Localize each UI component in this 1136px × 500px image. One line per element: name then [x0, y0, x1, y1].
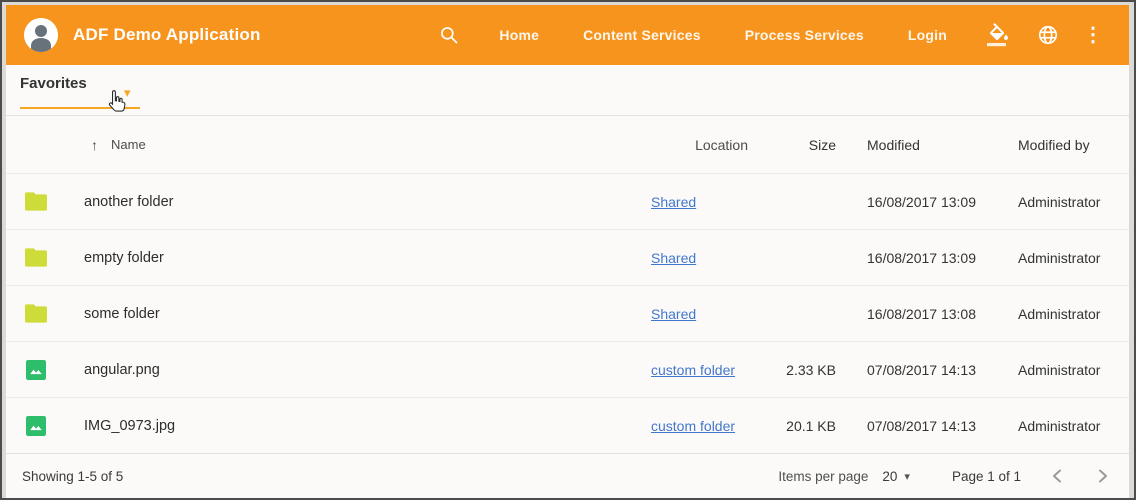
modified-date: 16/08/2017 13:08: [848, 306, 1003, 322]
column-header-location[interactable]: Location: [628, 137, 753, 153]
favorites-dropdown[interactable]: Favorites: [20, 75, 87, 92]
folder-icon: [25, 304, 47, 323]
paint-bucket-icon: [987, 23, 1011, 47]
modified-by: Administrator: [1003, 194, 1129, 210]
file-name[interactable]: another folder: [66, 194, 628, 210]
avatar[interactable]: [24, 18, 58, 52]
modified-by: Administrator: [1003, 418, 1129, 434]
page-info-label: Page 1 of 1: [952, 469, 1021, 484]
language-button[interactable]: [1031, 18, 1065, 52]
previous-page-button[interactable]: [1047, 465, 1067, 487]
screenshot-frame: ADF Demo Application Home Content Servic…: [0, 0, 1136, 500]
nav-home[interactable]: Home: [477, 27, 561, 43]
theme-color-button[interactable]: [981, 17, 1017, 53]
document-list: ↑ Name Location Size Modified Modified b…: [6, 115, 1129, 453]
search-button[interactable]: [433, 19, 465, 51]
file-name[interactable]: empty folder: [66, 250, 628, 266]
paginator-controls: Items per page 20 ▾ Page 1 of 1: [778, 465, 1113, 487]
items-per-page-value: 20: [882, 469, 897, 484]
file-size: 2.33 KB: [753, 362, 848, 378]
items-per-page-select[interactable]: 20 ▾: [882, 469, 910, 484]
sort-ascending-icon: ↑: [91, 137, 98, 153]
location-link[interactable]: Shared: [651, 250, 696, 266]
globe-icon: [1037, 24, 1059, 46]
view-selector-bar: Favorites ▾: [6, 65, 1129, 115]
next-page-button[interactable]: [1093, 465, 1113, 487]
table-row[interactable]: IMG_0973.jpg custom folder 20.1 KB 07/08…: [6, 397, 1129, 453]
location-link[interactable]: custom folder: [651, 418, 735, 434]
image-file-icon: [26, 360, 46, 380]
column-header-modified-by[interactable]: Modified by: [1003, 137, 1129, 153]
more-options-button[interactable]: ⋮: [1075, 25, 1111, 45]
adf-demo-app: ADF Demo Application Home Content Servic…: [6, 5, 1129, 498]
paginator-bar: Showing 1-5 of 5 Items per page 20 ▾ Pag…: [6, 453, 1129, 498]
user-avatar-icon: [24, 18, 58, 52]
location-link[interactable]: Shared: [651, 306, 696, 322]
search-icon: [439, 25, 459, 45]
nav-process-services[interactable]: Process Services: [723, 27, 886, 43]
table-row[interactable]: empty folder Shared 16/08/2017 13:09 Adm…: [6, 229, 1129, 285]
modified-by: Administrator: [1003, 250, 1129, 266]
header-right-cluster: Home Content Services Process Services L…: [433, 17, 1111, 53]
column-header-size[interactable]: Size: [753, 137, 848, 153]
modified-date: 16/08/2017 13:09: [848, 194, 1003, 210]
mouse-cursor-hand: [105, 89, 127, 113]
image-file-icon: [26, 416, 46, 436]
nav-login[interactable]: Login: [886, 27, 969, 43]
modified-date: 07/08/2017 14:13: [848, 418, 1003, 434]
column-header-modified[interactable]: Modified: [848, 137, 1003, 153]
folder-icon: [25, 248, 47, 267]
modified-date: 07/08/2017 14:13: [848, 362, 1003, 378]
kebab-menu-icon: ⋮: [1083, 25, 1103, 45]
app-header: ADF Demo Application Home Content Servic…: [6, 5, 1129, 65]
file-size: 20.1 KB: [753, 418, 848, 434]
table-header-row: ↑ Name Location Size Modified Modified b…: [6, 115, 1129, 173]
folder-icon: [25, 192, 47, 211]
chevron-left-icon: [1051, 469, 1063, 483]
modified-date: 16/08/2017 13:09: [848, 250, 1003, 266]
chevron-right-icon: [1097, 469, 1109, 483]
location-link[interactable]: custom folder: [651, 362, 735, 378]
file-name[interactable]: angular.png: [66, 362, 628, 378]
items-per-page-label: Items per page: [778, 469, 868, 484]
select-caret-icon: ▾: [904, 470, 910, 483]
modified-by: Administrator: [1003, 362, 1129, 378]
file-name[interactable]: IMG_0973.jpg: [66, 418, 628, 434]
column-header-name[interactable]: ↑ Name: [66, 137, 628, 153]
location-link[interactable]: Shared: [651, 194, 696, 210]
nav-content-services[interactable]: Content Services: [561, 27, 723, 43]
table-row[interactable]: angular.png custom folder 2.33 KB 07/08/…: [6, 341, 1129, 397]
modified-by: Administrator: [1003, 306, 1129, 322]
showing-range-label: Showing 1-5 of 5: [22, 469, 123, 484]
table-row[interactable]: another folder Shared 16/08/2017 13:09 A…: [6, 173, 1129, 229]
file-name[interactable]: some folder: [66, 306, 628, 322]
app-title: ADF Demo Application: [73, 25, 261, 45]
favorites-label: Favorites: [20, 75, 87, 92]
table-row[interactable]: some folder Shared 16/08/2017 13:08 Admi…: [6, 285, 1129, 341]
